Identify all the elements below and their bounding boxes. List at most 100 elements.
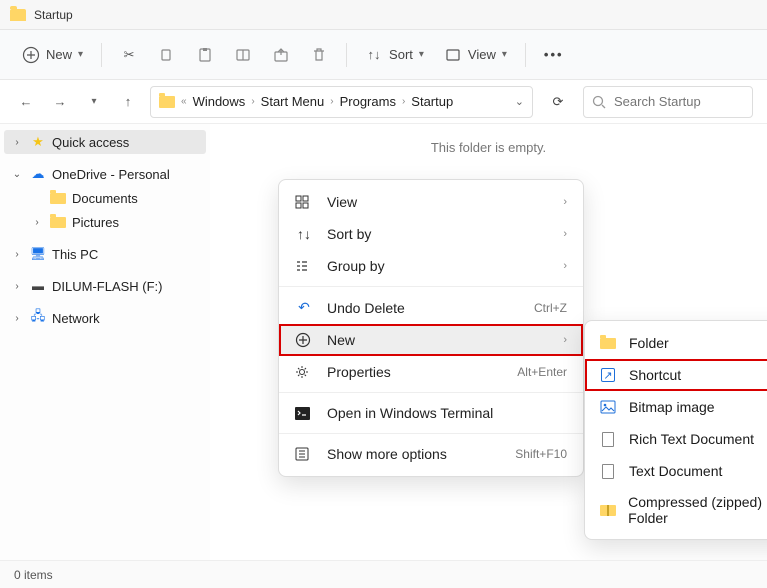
- context-menu: View › ↑↓ Sort by › Group by › ↶ Undo De…: [278, 179, 584, 477]
- submenu-label: Folder: [629, 335, 669, 351]
- plus-circle-icon: [295, 332, 313, 348]
- image-icon: [599, 398, 617, 416]
- title-bar: Startup: [0, 0, 767, 30]
- document-icon: [602, 464, 614, 479]
- menu-label: Sort by: [327, 226, 549, 242]
- separator: [101, 43, 102, 67]
- submenu-item-folder[interactable]: Folder: [585, 327, 767, 359]
- sidebar-item-onedrive[interactable]: ⌄ ☁ OneDrive - Personal: [4, 162, 206, 186]
- submenu-item-rtf[interactable]: Rich Text Document: [585, 423, 767, 455]
- ellipsis-icon: •••: [544, 47, 564, 62]
- cloud-icon: ☁: [30, 166, 46, 182]
- scissors-icon: ✂: [120, 46, 138, 64]
- chevron-down-icon: ⌄: [10, 169, 24, 180]
- grid-icon: [295, 195, 313, 209]
- breadcrumb-item[interactable]: Start Menu: [261, 94, 325, 109]
- star-icon: ★: [30, 134, 46, 150]
- sidebar-item-label: Quick access: [52, 135, 129, 150]
- breadcrumb-item[interactable]: Windows: [193, 94, 246, 109]
- shortcut-hint: Ctrl+Z: [534, 301, 567, 315]
- menu-item-view[interactable]: View ›: [279, 186, 583, 218]
- forward-button[interactable]: →: [48, 90, 72, 114]
- document-icon: [602, 432, 614, 447]
- delete-button[interactable]: [302, 40, 336, 70]
- clipboard-icon: [196, 46, 214, 64]
- share-button[interactable]: [264, 40, 298, 70]
- menu-label: Undo Delete: [327, 300, 520, 316]
- chevron-right-icon: ›: [10, 137, 24, 148]
- sidebar-item-quick-access[interactable]: › ★ Quick access: [4, 130, 206, 154]
- more-button[interactable]: •••: [536, 41, 572, 68]
- plus-circle-icon: [22, 46, 40, 64]
- folder-icon: [159, 96, 175, 108]
- new-button[interactable]: New ▾: [14, 40, 91, 70]
- address-bar[interactable]: « Windows › Start Menu › Programs › Star…: [150, 86, 533, 118]
- menu-label: Group by: [327, 258, 549, 274]
- search-input[interactable]: [614, 94, 744, 109]
- menu-item-sort-by[interactable]: ↑↓ Sort by ›: [279, 218, 583, 250]
- undo-icon: ↶: [295, 299, 313, 316]
- up-button[interactable]: ↑: [116, 90, 140, 114]
- terminal-icon: [295, 407, 313, 420]
- view-icon: [444, 46, 462, 64]
- submenu-item-shortcut[interactable]: ↗ Shortcut: [585, 359, 767, 391]
- sidebar-item-network[interactable]: › 🖧 Network: [4, 306, 206, 330]
- breadcrumb-prefix: «: [181, 96, 187, 107]
- copy-button[interactable]: [150, 40, 184, 70]
- view-label: View: [468, 47, 496, 62]
- sort-icon: ↑↓: [295, 226, 313, 242]
- rename-button[interactable]: [226, 40, 260, 70]
- menu-item-group-by[interactable]: Group by ›: [279, 250, 583, 282]
- sidebar-item-pictures[interactable]: › Pictures: [4, 210, 206, 234]
- paste-button[interactable]: [188, 40, 222, 70]
- breadcrumb-item[interactable]: Startup: [411, 94, 453, 109]
- menu-item-more-options[interactable]: Show more options Shift+F10: [279, 438, 583, 470]
- chevron-down-icon: ▾: [78, 49, 83, 60]
- back-button[interactable]: ←: [14, 90, 38, 114]
- empty-folder-message: This folder is empty.: [210, 140, 767, 155]
- cut-button[interactable]: ✂: [112, 40, 146, 70]
- submenu-item-zip[interactable]: Compressed (zipped) Folder: [585, 487, 767, 533]
- folder-icon: [600, 338, 616, 349]
- menu-item-new[interactable]: New ›: [279, 324, 583, 356]
- menu-item-undo-delete[interactable]: ↶ Undo Delete Ctrl+Z: [279, 291, 583, 324]
- main-area[interactable]: This folder is empty. View › ↑↓ Sort by …: [210, 124, 767, 560]
- folder-icon: [50, 217, 66, 228]
- recent-button[interactable]: ▾: [82, 90, 106, 114]
- sidebar-item-this-pc[interactable]: › 🖥 This PC: [4, 242, 206, 266]
- folder-icon: [50, 193, 66, 204]
- separator: [346, 43, 347, 67]
- refresh-button[interactable]: ⟳: [543, 94, 573, 110]
- sidebar-item-drive[interactable]: › ▬ DILUM-FLASH (F:): [4, 274, 206, 298]
- search-icon: [592, 95, 606, 109]
- menu-item-terminal[interactable]: Open in Windows Terminal: [279, 397, 583, 429]
- trash-icon: [310, 46, 328, 64]
- breadcrumb-item[interactable]: Programs: [340, 94, 396, 109]
- chevron-down-icon[interactable]: ⌄: [515, 95, 524, 108]
- submenu-item-txt[interactable]: Text Document: [585, 455, 767, 487]
- chevron-right-icon: ›: [402, 96, 405, 107]
- window-title: Startup: [34, 8, 73, 22]
- chevron-right-icon: ›: [563, 260, 567, 272]
- sort-label: Sort: [389, 47, 413, 62]
- separator: [525, 43, 526, 67]
- sidebar-item-label: Documents: [72, 191, 138, 206]
- separator: [279, 392, 583, 393]
- sidebar-item-label: This PC: [52, 247, 98, 262]
- chevron-right-icon: ›: [563, 334, 567, 346]
- menu-item-properties[interactable]: Properties Alt+Enter: [279, 356, 583, 388]
- sort-button[interactable]: ↑↓ Sort ▾: [357, 40, 432, 70]
- search-box[interactable]: [583, 86, 753, 118]
- chevron-down-icon: ▾: [419, 49, 424, 60]
- chevron-right-icon: ›: [563, 228, 567, 240]
- submenu-item-bitmap[interactable]: Bitmap image: [585, 391, 767, 423]
- status-bar: 0 items: [0, 560, 767, 588]
- separator: [279, 286, 583, 287]
- shortcut-hint: Alt+Enter: [517, 365, 567, 379]
- more-options-icon: [295, 447, 313, 461]
- view-button[interactable]: View ▾: [436, 40, 515, 70]
- chevron-right-icon: ›: [30, 217, 44, 228]
- sidebar-item-documents[interactable]: Documents: [4, 186, 206, 210]
- zip-folder-icon: [600, 505, 616, 516]
- submenu-label: Bitmap image: [629, 399, 715, 415]
